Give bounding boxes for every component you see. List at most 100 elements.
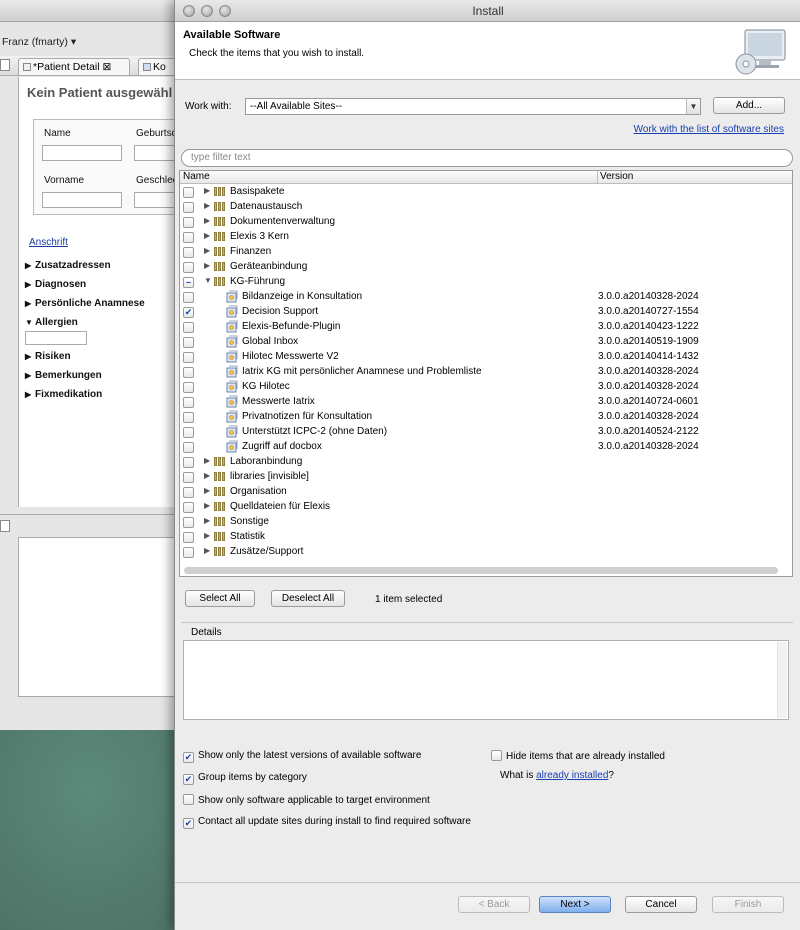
collapsed-arrow-icon[interactable]: ▶ bbox=[204, 501, 210, 510]
tree-item-row[interactable]: Iatrix KG mit persönlicher Anamnese und … bbox=[180, 365, 792, 380]
collapsed-arrow-icon[interactable]: ▶ bbox=[204, 186, 210, 195]
column-header-name[interactable]: Name bbox=[183, 171, 210, 182]
already-installed-link[interactable]: already installed bbox=[536, 770, 608, 781]
collapsed-arrow-icon[interactable]: ▶ bbox=[204, 471, 210, 480]
tree-item-row[interactable]: ✔ Decision Support 3.0.0.a20140727-1554 bbox=[180, 305, 792, 320]
tree-item-row[interactable]: Messwerte Iatrix 3.0.0.a20140724-0601 bbox=[180, 395, 792, 410]
tree-category-row[interactable]: – ▼ KG-Führung bbox=[180, 275, 792, 290]
tree-category-row[interactable]: ▶ Finanzen bbox=[180, 245, 792, 260]
checkbox-unchecked-icon[interactable] bbox=[183, 427, 194, 438]
collapsed-arrow-icon[interactable]: ▶ bbox=[204, 231, 210, 240]
collapsed-arrow-icon[interactable]: ▶ bbox=[204, 546, 210, 555]
filter-input[interactable]: type filter text bbox=[181, 149, 793, 167]
checkbox-unchecked-icon[interactable] bbox=[183, 442, 194, 453]
collapsed-arrow-icon[interactable]: ▶ bbox=[204, 261, 210, 270]
collapsed-arrow-icon[interactable]: ▶ bbox=[204, 216, 210, 225]
checkbox-unchecked-icon[interactable] bbox=[183, 517, 194, 528]
checkbox-unchecked-icon[interactable] bbox=[183, 187, 194, 198]
tree-item-row[interactable]: Unterstützt ICPC-2 (ohne Daten) 3.0.0.a20… bbox=[180, 425, 792, 440]
checkbox-unchecked-icon[interactable] bbox=[183, 367, 194, 378]
collapsed-arrow-icon[interactable]: ▶ bbox=[204, 246, 210, 255]
software-sites-link[interactable]: Work with the list of software sites bbox=[634, 124, 784, 135]
cancel-button[interactable]: Cancel bbox=[625, 896, 697, 913]
checkbox-unchecked-icon[interactable] bbox=[183, 262, 194, 273]
tree-category-row[interactable]: ▶ Quelldateien für Elexis bbox=[180, 500, 792, 515]
checkbox-unchecked-icon[interactable] bbox=[183, 412, 194, 423]
expanded-arrow-icon[interactable]: ▼ bbox=[204, 276, 212, 285]
tree-category-row[interactable]: ▶ libraries [invisible] bbox=[180, 470, 792, 485]
tree-category-row[interactable]: ▶ Basispakete bbox=[180, 185, 792, 200]
work-with-combo[interactable]: --All Available Sites-- ▼ bbox=[245, 98, 701, 115]
back-button[interactable]: < Back bbox=[458, 896, 530, 913]
tree-category-row[interactable]: ▶ Datenaustausch bbox=[180, 200, 792, 215]
tree-category-row[interactable]: ▶ Statistik bbox=[180, 530, 792, 545]
tree-category-row[interactable]: ▶ Elexis 3 Kern bbox=[180, 230, 792, 245]
group-by-category-checkbox[interactable]: ✔ Group items by category bbox=[183, 772, 307, 785]
checkbox-unchecked-icon[interactable] bbox=[183, 337, 194, 348]
collapsed-arrow-icon[interactable]: ▶ bbox=[204, 486, 210, 495]
checkbox-unchecked-icon[interactable] bbox=[183, 502, 194, 513]
section-allergien[interactable]: ▼ Allergien bbox=[25, 317, 78, 328]
next-button[interactable]: Next > bbox=[539, 896, 611, 913]
collapsed-arrow-icon[interactable]: ▶ bbox=[204, 201, 210, 210]
checkbox-unchecked-icon[interactable] bbox=[183, 532, 194, 543]
tree-item-row[interactable]: Elexis-Befunde-Plugin 3.0.0.a20140423-122… bbox=[180, 320, 792, 335]
tab-patient-detail[interactable]: *Patient Detail ⊠ bbox=[18, 58, 130, 75]
tree-item-row[interactable]: KG Hilotec 3.0.0.a20140328-2024 bbox=[180, 380, 792, 395]
section-diagnosen[interactable]: ▶ Diagnosen bbox=[25, 279, 86, 290]
checkbox-unchecked-icon[interactable] bbox=[183, 292, 194, 303]
checkbox-unchecked-icon[interactable] bbox=[183, 352, 194, 363]
details-text-area[interactable] bbox=[183, 640, 789, 720]
checkbox-unchecked-icon[interactable] bbox=[183, 382, 194, 393]
anschrift-link[interactable]: Anschrift bbox=[29, 237, 68, 248]
user-menu[interactable]: Franz (fmarty) ▾ bbox=[2, 36, 76, 48]
tree-item-row[interactable]: Hilotec Messwerte V2 3.0.0.a20140414-1432 bbox=[180, 350, 792, 365]
hide-installed-checkbox[interactable]: Hide items that are already installed bbox=[491, 750, 665, 762]
section-bemerkungen[interactable]: ▶ Bemerkungen bbox=[25, 370, 102, 381]
contact-update-sites-checkbox[interactable]: ✔ Contact all update sites during install… bbox=[183, 816, 471, 829]
horizontal-scrollbar[interactable] bbox=[184, 567, 778, 574]
checkbox-unchecked-icon[interactable] bbox=[183, 232, 194, 243]
checkbox-unchecked-icon[interactable] bbox=[183, 487, 194, 498]
deselect-all-button[interactable]: Deselect All bbox=[271, 590, 345, 607]
checkbox-unchecked-icon[interactable] bbox=[183, 397, 194, 408]
column-header-version[interactable]: Version bbox=[597, 171, 633, 184]
vorname-input[interactable] bbox=[42, 192, 122, 208]
checkbox-unchecked-icon[interactable] bbox=[183, 322, 194, 333]
collapsed-arrow-icon[interactable]: ▶ bbox=[204, 456, 210, 465]
checkbox-checked-icon[interactable]: ✔ bbox=[183, 307, 194, 318]
collapsed-arrow-icon[interactable]: ▶ bbox=[204, 516, 210, 525]
tree-category-label: Dokumentenverwaltung bbox=[230, 216, 336, 227]
section-persoenliche-anamnese[interactable]: ▶ Persönliche Anamnese bbox=[25, 298, 145, 309]
section-risiken[interactable]: ▶ Risiken bbox=[25, 351, 71, 362]
checkbox-unchecked-icon[interactable] bbox=[183, 457, 194, 468]
checkbox-partial-icon[interactable]: – bbox=[183, 277, 194, 288]
chevron-down-icon[interactable]: ▼ bbox=[686, 99, 700, 114]
checkbox-unchecked-icon[interactable] bbox=[183, 247, 194, 258]
vertical-scrollbar[interactable] bbox=[777, 642, 787, 718]
select-all-button[interactable]: Select All bbox=[185, 590, 255, 607]
add-site-button[interactable]: Add... bbox=[713, 97, 785, 114]
name-input[interactable] bbox=[42, 145, 122, 161]
section-fixmedikation[interactable]: ▶ Fixmedikation bbox=[25, 389, 102, 400]
tree-category-row[interactable]: ▶ Dokumentenverwaltung bbox=[180, 215, 792, 230]
tree-item-row[interactable]: Zugriff auf docbox 3.0.0.a20140328-2024 bbox=[180, 440, 792, 455]
tree-item-row[interactable]: Global Inbox 3.0.0.a20140519-1909 bbox=[180, 335, 792, 350]
checkbox-unchecked-icon[interactable] bbox=[183, 217, 194, 228]
target-environment-checkbox[interactable]: Show only software applicable to target … bbox=[183, 794, 430, 806]
checkbox-unchecked-icon[interactable] bbox=[183, 472, 194, 483]
tree-category-row[interactable]: ▶ Sonstige bbox=[180, 515, 792, 530]
collapsed-arrow-icon[interactable]: ▶ bbox=[204, 531, 210, 540]
tree-category-row[interactable]: ▶ Laboranbindung bbox=[180, 455, 792, 470]
allergien-input[interactable] bbox=[25, 331, 87, 345]
checkbox-unchecked-icon[interactable] bbox=[183, 547, 194, 558]
latest-versions-checkbox[interactable]: ✔ Show only the latest versions of availa… bbox=[183, 750, 421, 763]
tree-category-row[interactable]: ▶ Zusätze/Support bbox=[180, 545, 792, 560]
tree-category-row[interactable]: ▶ Organisation bbox=[180, 485, 792, 500]
tree-item-row[interactable]: Privatnotizen für Konsultation 3.0.0.a201… bbox=[180, 410, 792, 425]
tree-category-row[interactable]: ▶ Geräteanbindung bbox=[180, 260, 792, 275]
section-zusatzadressen[interactable]: ▶ Zusatzadressen bbox=[25, 260, 111, 271]
checkbox-unchecked-icon[interactable] bbox=[183, 202, 194, 213]
tree-item-row[interactable]: Bildanzeige in Konsultation 3.0.0.a201403… bbox=[180, 290, 792, 305]
finish-button[interactable]: Finish bbox=[712, 896, 784, 913]
